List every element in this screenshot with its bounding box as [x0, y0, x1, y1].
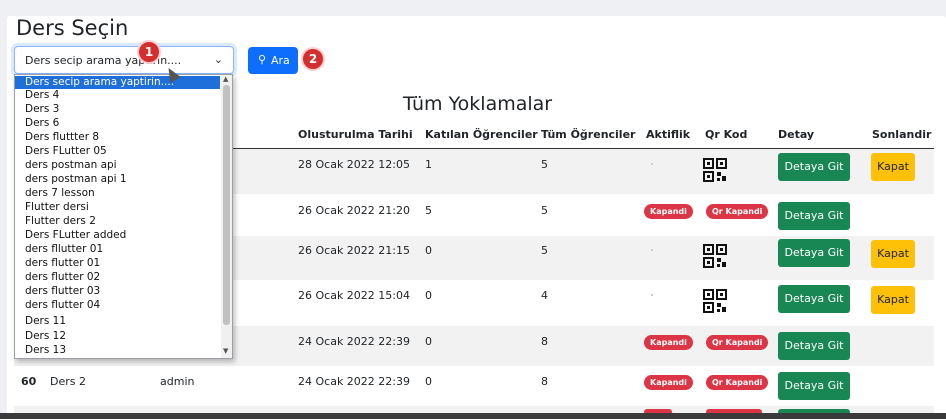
dropdown-option[interactable]: ders flutter 03	[15, 285, 220, 298]
qr-code-icon[interactable]	[703, 289, 727, 313]
col-olusturulma-tarihi[interactable]: Olusturulma Tarihi	[298, 128, 413, 141]
col-sonlandir[interactable]: Sonlandir	[872, 128, 931, 141]
close-session-button[interactable]: Kapat	[871, 286, 915, 314]
qr-closed-badge: Qr Kapandi	[706, 375, 769, 390]
aktif-placeholder	[651, 163, 653, 165]
dropdown-option[interactable]: ders postman api 1	[15, 173, 220, 186]
detail-button[interactable]: Detaya Git	[778, 239, 850, 267]
cell-katilan: 0	[425, 244, 432, 257]
col-tum-ogrenciler[interactable]: Tüm Öğrenciler	[541, 128, 635, 141]
dropdown-option[interactable]: Ders 13	[15, 344, 220, 357]
cell-tum: 5	[541, 158, 548, 171]
scrollbar-thumb[interactable]	[223, 85, 230, 325]
cell-date: 26 Ocak 2022 21:15	[298, 244, 410, 257]
cell-tum: 4	[541, 289, 548, 302]
search-button-label: Ara	[271, 54, 290, 67]
dropdown-option[interactable]: ders postman api	[15, 159, 220, 172]
cell-tum: 5	[541, 244, 548, 257]
dropdown-option[interactable]: ders flutter 02	[15, 271, 220, 284]
table-row: 60 Ders 2 admin 24 Ocak 2022 22:39 0 8 K…	[14, 366, 934, 406]
chevron-down-icon: ⌄	[213, 53, 223, 66]
detail-button[interactable]: Detaya Git	[778, 372, 850, 400]
col-qr-kod[interactable]: Qr Kod	[705, 128, 747, 141]
search-button[interactable]: ⚲ Ara	[248, 47, 298, 74]
cell-tum: 8	[541, 335, 548, 348]
cell-tum: 8	[541, 375, 548, 388]
dropdown-option[interactable]: ders fllutter 01	[15, 243, 220, 256]
qr-closed-badge: Qr Kapandi	[706, 204, 769, 219]
aktif-placeholder	[651, 294, 653, 296]
dropdown-scrollbar[interactable]: ▲ ▼	[221, 75, 232, 358]
dropdown-option[interactable]: Ders FLutter 05	[15, 145, 220, 158]
page-title: Ders Seçin	[16, 16, 129, 40]
cell-id: 60	[21, 375, 37, 388]
close-session-button[interactable]: Kapat	[871, 153, 915, 181]
detail-button[interactable]: Detaya Git	[778, 153, 850, 181]
dropdown-option[interactable]: ders 7 lesson	[15, 187, 220, 200]
close-session-button[interactable]: Kapat	[871, 240, 915, 268]
cell-katilan: 0	[425, 375, 432, 388]
dropdown-option[interactable]: Ders 11	[15, 315, 220, 328]
col-detay[interactable]: Detay	[778, 128, 814, 141]
table-row-partial	[14, 406, 934, 415]
detail-button[interactable]: Detaya Git	[778, 202, 850, 230]
dropdown-option[interactable]: Ders 12	[15, 330, 220, 343]
qr-closed-badge: Qr Kapandi	[706, 335, 769, 350]
dropdown-option[interactable]: ders flutter 04	[15, 299, 220, 312]
status-badge-kapandi: Kapandi	[644, 204, 693, 219]
cell-user: admin	[160, 375, 195, 388]
window-bottom-edge	[0, 413, 946, 419]
dropdown-option[interactable]: Ders 4	[15, 89, 220, 102]
qr-code-icon[interactable]	[703, 244, 727, 268]
callout-badge-2: 2	[301, 47, 325, 71]
table-title: Tüm Yoklamalar	[403, 93, 553, 115]
callout-badge-1: 1	[137, 40, 161, 64]
dropdown-option[interactable]: Ders 3	[15, 103, 220, 116]
scroll-up-icon[interactable]: ▲	[223, 75, 228, 83]
cell-date: 24 Ocak 2022 22:39	[298, 375, 410, 388]
col-aktiflik[interactable]: Aktiflik	[646, 128, 690, 141]
col-katilan-ogrenciler[interactable]: Katılan Öğrenciler	[425, 128, 538, 141]
dropdown-option[interactable]: Flutter ders 2	[15, 215, 220, 228]
course-select[interactable]: Ders secip arama yaptirin.... ⌄	[14, 46, 234, 74]
dropdown-option[interactable]: Ders FLutter added	[15, 229, 220, 242]
aktif-placeholder	[651, 249, 653, 251]
cell-date: 26 Ocak 2022 15:04	[298, 289, 410, 302]
search-icon: ⚲	[258, 53, 267, 66]
cell-katilan: 0	[425, 335, 432, 348]
cell-katilan: 1	[425, 158, 432, 171]
scroll-down-icon[interactable]: ▼	[223, 347, 228, 355]
status-badge-kapandi: Kapandi	[644, 375, 693, 390]
dropdown-option[interactable]: Ders 6	[15, 117, 220, 130]
course-dropdown-list[interactable]: Ders secip arama yaptirin.... Ders 4 Der…	[14, 74, 233, 359]
cell-date: 28 Ocak 2022 12:05	[298, 158, 410, 171]
cell-date: 26 Ocak 2022 21:20	[298, 204, 410, 217]
detail-button[interactable]: Detaya Git	[778, 285, 850, 313]
qr-code-icon[interactable]	[703, 158, 727, 182]
cell-katilan: 5	[425, 204, 432, 217]
cell-ders: Ders 2	[50, 375, 86, 388]
cell-tum: 5	[541, 204, 548, 217]
dropdown-option[interactable]: Flutter dersi	[15, 201, 220, 214]
status-badge-kapandi: Kapandi	[644, 335, 693, 350]
cell-katilan: 0	[425, 289, 432, 302]
detail-button[interactable]: Detaya Git	[778, 332, 850, 360]
dropdown-option-selected[interactable]: Ders secip arama yaptirin....	[15, 76, 220, 89]
page: Ders Seçin Ders secip arama yaptirin....…	[0, 0, 946, 419]
cell-date: 24 Ocak 2022 22:39	[298, 335, 410, 348]
dropdown-option[interactable]: Ders fluttter 8	[15, 131, 220, 144]
dropdown-option[interactable]: ders flutter 01	[15, 257, 220, 270]
